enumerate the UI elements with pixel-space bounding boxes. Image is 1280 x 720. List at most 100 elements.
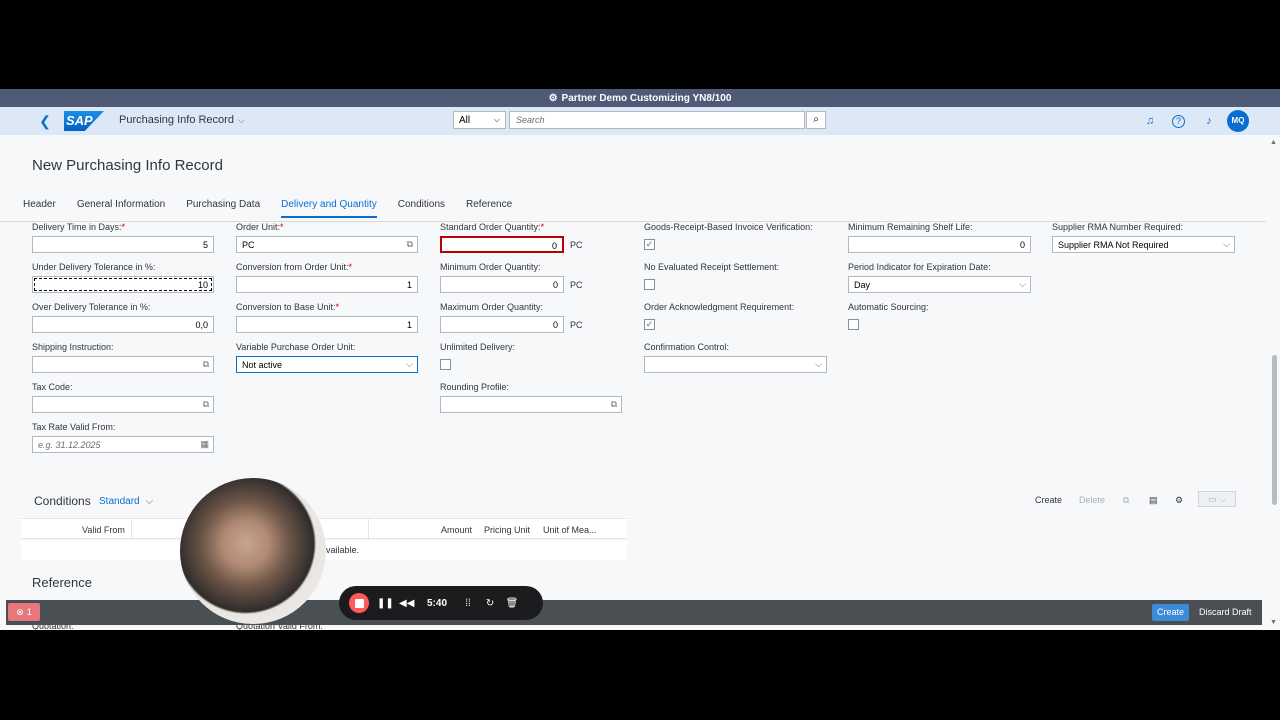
tab-conditions[interactable]: Conditions: [398, 199, 445, 218]
export-icon[interactable]: ▭ ⌵: [1198, 491, 1236, 507]
avatar[interactable]: MQ: [1227, 110, 1249, 132]
maximum-quantity-label: Maximum Order Quantity:: [440, 302, 544, 312]
discard-draft-button[interactable]: Discard Draft: [1199, 607, 1252, 617]
chevron-down-icon: ⌵: [406, 359, 413, 369]
trash-icon[interactable]: 🗑: [505, 598, 519, 609]
standard-quantity-input[interactable]: 0: [440, 236, 564, 253]
conditions-delete-button[interactable]: Delete: [1079, 495, 1105, 505]
message-popover-button[interactable]: ⊗ 1: [8, 603, 40, 621]
order-unit-value: PC: [242, 240, 255, 250]
rounding-profile-input[interactable]: ⧉: [440, 396, 622, 413]
tab-purchasing-data[interactable]: Purchasing Data: [186, 199, 260, 218]
column-valid-from[interactable]: Valid From: [82, 525, 125, 535]
scrollbar[interactable]: ▲ ▼: [1268, 135, 1280, 630]
calendar-icon[interactable]: ▦: [200, 439, 209, 450]
minimum-quantity-input[interactable]: 0: [440, 276, 564, 293]
chevron-down-icon: ⌵: [1223, 239, 1230, 249]
value-help-icon[interactable]: ⧉: [203, 399, 209, 410]
copy-icon[interactable]: ⧉: [1123, 495, 1129, 506]
gear-icon[interactable]: ⚙: [1175, 495, 1183, 506]
bell-icon[interactable]: ♪: [1201, 113, 1217, 129]
under-tolerance-label: Under Delivery Tolerance in %:: [32, 262, 156, 272]
chevron-down-icon: ⌵: [145, 496, 154, 507]
scroll-down-icon[interactable]: ▼: [1270, 619, 1277, 626]
delivery-time-input[interactable]: 5: [32, 236, 214, 253]
search-scope-value: All: [459, 114, 471, 126]
stop-record-button[interactable]: [349, 593, 369, 613]
confirmation-control-select[interactable]: ⌵: [644, 356, 827, 373]
order-unit-input[interactable]: PC ⧉: [236, 236, 418, 253]
conditions-create-button[interactable]: Create: [1035, 495, 1062, 505]
supplier-rma-select[interactable]: Supplier RMA Not Required ⌵: [1052, 236, 1235, 253]
conversion-base-input[interactable]: 1: [236, 316, 418, 333]
tax-rate-valid-label: Tax Rate Valid From:: [32, 422, 116, 432]
back-icon[interactable]: ❮: [36, 112, 54, 130]
column-amount[interactable]: Amount: [441, 525, 472, 535]
system-title: Partner Demo Customizing YN8/100: [561, 92, 732, 104]
chevron-down-icon: ⌵: [237, 114, 245, 125]
no-ers-checkbox[interactable]: [644, 279, 655, 290]
rounding-profile-label: Rounding Profile:: [440, 382, 510, 392]
maximum-quantity-unit: PC: [570, 320, 583, 330]
period-indicator-value: Day: [854, 280, 871, 290]
conversion-base-label: Conversion to Base Unit:*: [236, 302, 340, 312]
create-button[interactable]: Create: [1152, 604, 1189, 621]
drag-handle-icon[interactable]: ⁞⁞: [461, 598, 475, 609]
unlimited-delivery-checkbox[interactable]: [440, 359, 451, 370]
variable-po-unit-label: Variable Purchase Order Unit:: [236, 342, 356, 352]
tab-header[interactable]: Header: [23, 199, 56, 218]
tax-rate-valid-input[interactable]: e.g. 31.12.2025 ▦: [32, 436, 214, 453]
error-icon: ⊗: [16, 606, 24, 617]
search-icon[interactable]: ⌕: [806, 111, 826, 129]
under-tolerance-input[interactable]: 10: [32, 276, 214, 293]
maximum-quantity-input[interactable]: 0: [440, 316, 564, 333]
headset-icon[interactable]: ♫: [1142, 113, 1158, 129]
minimum-quantity-unit: PC: [570, 280, 583, 290]
scroll-thumb[interactable]: [1272, 355, 1277, 505]
restart-icon[interactable]: ↻: [483, 598, 497, 609]
tab-general-information[interactable]: General Information: [77, 199, 165, 218]
gr-invoice-verification-checkbox[interactable]: ✓: [644, 239, 655, 250]
pause-icon[interactable]: ❚❚: [377, 598, 394, 609]
help-icon[interactable]: ?: [1172, 115, 1185, 128]
shipping-instruction-input[interactable]: ⧉: [32, 356, 214, 373]
min-shelf-life-label: Minimum Remaining Shelf Life:: [848, 222, 973, 232]
shell-bar: ❮ SAP Purchasing Info Record ⌵ All ⌵ Sea…: [0, 107, 1280, 135]
sap-logo[interactable]: SAP: [64, 111, 104, 131]
column-pricing-unit[interactable]: Pricing Unit: [484, 525, 530, 535]
over-tolerance-label: Over Delivery Tolerance in %:: [32, 302, 151, 312]
search-scope-select[interactable]: All ⌵: [453, 111, 506, 129]
value-help-icon[interactable]: ⧉: [407, 239, 413, 250]
conversion-order-input[interactable]: 1: [236, 276, 418, 293]
column-unit-of-measure[interactable]: Unit of Mea...: [543, 525, 597, 535]
tab-delivery-and-quantity[interactable]: Delivery and Quantity: [281, 199, 377, 218]
value-help-icon[interactable]: ⧉: [203, 359, 209, 370]
ack-requirement-label: Order Acknowledgment Requirement:: [644, 302, 795, 312]
period-indicator-select[interactable]: Day ⌵: [848, 276, 1031, 293]
delivery-time-label: Delivery Time in Days:*: [32, 222, 126, 232]
variant-value: Standard: [99, 496, 140, 507]
automatic-sourcing-checkbox[interactable]: [848, 319, 859, 330]
confirmation-control-label: Confirmation Control:: [644, 342, 730, 352]
value-help-icon[interactable]: ⧉: [611, 399, 617, 410]
variant-select[interactable]: Standard ⌵: [99, 496, 153, 507]
tax-code-input[interactable]: ⧉: [32, 396, 214, 413]
standard-quantity-unit: PC: [570, 240, 583, 250]
variable-po-unit-select[interactable]: Not active ⌵: [236, 356, 418, 373]
footer-toolbar: ⊗ 1 Create Discard Draft: [6, 600, 1262, 625]
variable-po-unit-value: Not active: [242, 360, 283, 370]
no-ers-label: No Evaluated Receipt Settlement:: [644, 262, 780, 272]
tab-reference[interactable]: Reference: [466, 199, 512, 218]
search-input[interactable]: Search: [509, 111, 805, 129]
app-title-menu[interactable]: Purchasing Info Record ⌵: [119, 114, 245, 126]
section-tabs: Header General Information Purchasing Da…: [23, 199, 512, 218]
rewind-icon[interactable]: ◀◀: [399, 598, 414, 609]
standard-quantity-label: Standard Order Quantity:*: [440, 222, 545, 232]
min-shelf-life-input[interactable]: 0: [848, 236, 1031, 253]
over-tolerance-input[interactable]: 0,0: [32, 316, 214, 333]
app-title: Purchasing Info Record: [119, 114, 234, 126]
chevron-down-icon: ⌵: [1019, 279, 1026, 289]
ack-requirement-checkbox[interactable]: ✓: [644, 319, 655, 330]
clipboard-icon[interactable]: ▤: [1149, 495, 1158, 506]
scroll-up-icon[interactable]: ▲: [1270, 139, 1277, 146]
